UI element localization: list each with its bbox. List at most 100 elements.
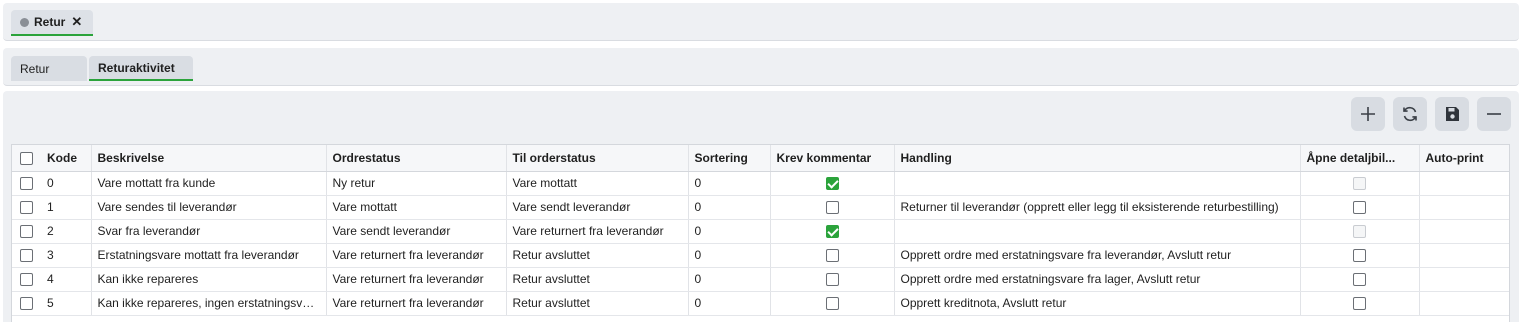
col-handling[interactable]: Handling	[894, 145, 1301, 172]
table-row[interactable]: 0 Vare mottatt fra kunde Ny retur Vare mott…	[12, 171, 1509, 196]
plus-icon	[1361, 107, 1375, 121]
cell-til-orderstatus: Vare mottatt	[506, 171, 689, 196]
apne-detalj-checkbox	[1353, 225, 1366, 239]
cell-til-orderstatus: Retur avsluttet	[506, 291, 689, 316]
cell-til-orderstatus: Retur avsluttet	[506, 243, 689, 268]
cell-auto-print	[1419, 267, 1509, 292]
row-select-checkbox[interactable]	[20, 297, 33, 311]
cell-handling	[894, 219, 1301, 244]
row-select-checkbox[interactable]	[20, 177, 33, 191]
returaktivitet-grid: Kode Beskrivelse Ordrestatus Til orderst…	[11, 144, 1510, 322]
krev-kommentar-checkbox[interactable]	[825, 249, 839, 263]
main-panel: Kode Beskrivelse Ordrestatus Til orderst…	[3, 91, 1519, 322]
cell-ordrestatus: Vare returnert fra leverandør	[326, 291, 507, 316]
krev-kommentar-checkbox[interactable]	[825, 273, 839, 287]
status-dot-icon	[20, 17, 29, 27]
cell-auto-print	[1419, 291, 1509, 316]
col-auto-print[interactable]: Auto-print	[1419, 145, 1509, 172]
select-all-checkbox[interactable]	[20, 151, 33, 165]
row-select-checkbox[interactable]	[20, 201, 33, 215]
cell-ordrestatus: Vare mottatt	[326, 195, 507, 220]
cell-krev-kommentar	[770, 195, 895, 220]
apne-detalj-checkbox[interactable]	[1353, 297, 1366, 311]
table-row[interactable]: 2 Svar fra leverandør Vare sendt leverandø…	[12, 219, 1509, 244]
krev-kommentar-checkbox[interactable]	[825, 201, 839, 215]
row-select-cell	[12, 291, 41, 316]
cell-auto-print	[1419, 219, 1509, 244]
apne-detalj-checkbox	[1353, 177, 1366, 191]
cell-beskrivelse: Kan ikke repareres, ingen erstatningsvar…	[91, 291, 327, 316]
cell-kode: 5	[41, 291, 92, 316]
col-beskrivelse[interactable]: Beskrivelse	[91, 145, 327, 172]
remove-button[interactable]	[1477, 97, 1511, 131]
document-tab-label: Retur	[34, 15, 66, 29]
tab-retur[interactable]: Retur	[11, 56, 87, 81]
cell-til-orderstatus: Retur avsluttet	[506, 267, 689, 292]
table-row[interactable]: 3 Erstatningsvare mottatt fra leverandør V…	[12, 243, 1509, 268]
cell-beskrivelse: Svar fra leverandør	[91, 219, 327, 244]
cell-handling	[894, 171, 1301, 196]
cell-kode: 0	[41, 171, 92, 196]
table-header-row: Kode Beskrivelse Ordrestatus Til orderst…	[12, 145, 1509, 172]
cell-handling: Returner til leverandør (opprett eller l…	[894, 195, 1301, 220]
close-icon[interactable]: ✕	[71, 14, 82, 30]
cell-beskrivelse: Erstatningsvare mottatt fra leverandør	[91, 243, 327, 268]
table-row[interactable]: 5 Kan ikke repareres, ingen erstatningsva…	[12, 291, 1509, 316]
table-row[interactable]: 1 Vare sendes til leverandør Vare mottatt V…	[12, 195, 1509, 220]
cell-auto-print	[1419, 195, 1509, 220]
document-tab-retur[interactable]: Retur ✕	[11, 10, 94, 36]
apne-detalj-checkbox[interactable]	[1353, 273, 1366, 287]
krev-kommentar-checkbox[interactable]	[825, 225, 839, 239]
row-select-cell	[12, 171, 41, 196]
cell-krev-kommentar	[770, 219, 895, 244]
cell-beskrivelse: Kan ikke repareres	[91, 267, 327, 292]
save-button[interactable]	[1435, 97, 1469, 131]
cell-handling: Opprett ordre med erstatningsvare fra le…	[894, 243, 1301, 268]
save-icon	[1446, 107, 1459, 121]
add-button[interactable]	[1351, 97, 1385, 131]
apne-detalj-checkbox[interactable]	[1353, 249, 1366, 263]
select-all-cell	[12, 145, 41, 172]
col-sortering[interactable]: Sortering	[688, 145, 771, 172]
col-kode[interactable]: Kode	[41, 145, 92, 172]
cell-ordrestatus: Vare returnert fra leverandør	[326, 243, 507, 268]
cell-krev-kommentar	[770, 243, 895, 268]
refresh-button[interactable]	[1393, 97, 1427, 131]
row-select-checkbox[interactable]	[20, 273, 33, 287]
cell-ordrestatus: Ny retur	[326, 171, 507, 196]
cell-beskrivelse: Vare sendes til leverandør	[91, 195, 327, 220]
cell-til-orderstatus: Vare returnert fra leverandør	[506, 219, 689, 244]
cell-kode: 4	[41, 267, 92, 292]
tab-returaktivitet[interactable]: Returaktivitet	[89, 56, 193, 81]
cell-ordrestatus: Vare returnert fra leverandør	[326, 267, 507, 292]
krev-kommentar-checkbox[interactable]	[825, 177, 839, 191]
col-krev-kommentar[interactable]: Krev kommentar	[770, 145, 895, 172]
col-til-orderstatus[interactable]: Til orderstatus	[506, 145, 689, 172]
cell-kode: 3	[41, 243, 92, 268]
row-select-checkbox[interactable]	[20, 249, 33, 263]
cell-auto-print	[1419, 171, 1509, 196]
minus-icon	[1487, 113, 1501, 115]
cell-sortering: 0	[688, 171, 771, 196]
cell-apne-detalj	[1300, 219, 1420, 244]
cell-kode: 2	[41, 219, 92, 244]
cell-apne-detalj	[1300, 291, 1420, 316]
apne-detalj-checkbox[interactable]	[1353, 201, 1366, 215]
cell-sortering: 0	[688, 243, 771, 268]
cell-handling: Opprett kreditnota, Avslutt retur	[894, 291, 1301, 316]
row-select-checkbox[interactable]	[20, 225, 33, 239]
document-tab-bar: Retur ✕	[3, 3, 1519, 41]
cell-apne-detalj	[1300, 195, 1420, 220]
cell-beskrivelse: Vare mottatt fra kunde	[91, 171, 327, 196]
cell-sortering: 0	[688, 195, 771, 220]
cell-krev-kommentar	[770, 267, 895, 292]
col-ordrestatus[interactable]: Ordrestatus	[326, 145, 507, 172]
cell-handling: Opprett ordre med erstatningsvare fra la…	[894, 267, 1301, 292]
col-apne-detalj[interactable]: Åpne detaljbil...	[1300, 145, 1420, 172]
refresh-icon	[1403, 106, 1417, 122]
krev-kommentar-checkbox[interactable]	[825, 297, 839, 311]
sub-tab-bar: Retur Returaktivitet	[3, 48, 1519, 86]
row-select-cell	[12, 267, 41, 292]
table-row[interactable]: 4 Kan ikke repareres Vare returnert fra le…	[12, 267, 1509, 292]
cell-ordrestatus: Vare sendt leverandør	[326, 219, 507, 244]
